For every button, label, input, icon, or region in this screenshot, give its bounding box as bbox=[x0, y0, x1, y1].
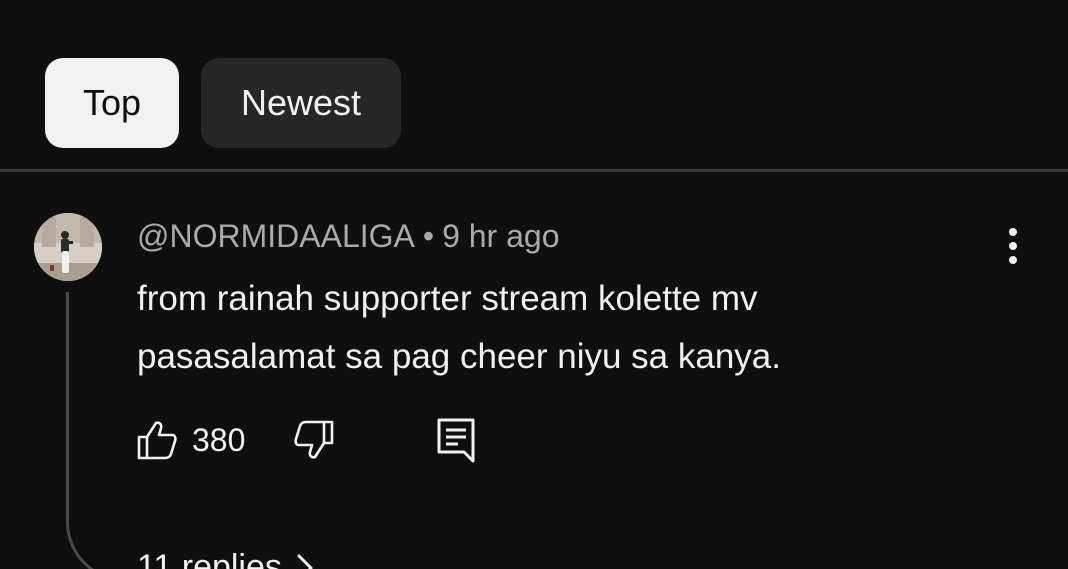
filter-chip-newest-label: Newest bbox=[240, 82, 362, 123]
comment-text-line-1: from rainah supporter stream kolette mv bbox=[137, 279, 758, 318]
like-button[interactable]: 380 bbox=[136, 418, 245, 462]
thumbs-down-icon bbox=[294, 420, 334, 459]
replies-label: 11 replies bbox=[137, 548, 282, 569]
reply-button[interactable] bbox=[436, 416, 476, 464]
avatar-image bbox=[34, 213, 102, 281]
section-divider bbox=[0, 169, 1068, 172]
comment-author[interactable]: @NORMIDAALIGA bbox=[137, 218, 415, 254]
comment-body: from rainah supporter stream kolette mv … bbox=[137, 270, 937, 386]
more-options-button[interactable] bbox=[990, 222, 1036, 270]
thread-connector-line bbox=[66, 292, 126, 569]
comment-meta: @NORMIDAALIGA • 9 hr ago bbox=[137, 216, 559, 256]
comments-panel: Top Newest @NORMIDAALIGA • 9 hr ago from… bbox=[0, 0, 1068, 569]
replies-button[interactable]: 11 replies bbox=[137, 548, 314, 569]
comment-time: 9 hr ago bbox=[442, 218, 560, 254]
chevron-right-icon bbox=[297, 554, 313, 569]
filter-chip-newest[interactable]: Newest bbox=[201, 58, 401, 148]
dislike-button[interactable] bbox=[293, 418, 335, 462]
like-count: 380 bbox=[192, 421, 246, 458]
more-vertical-icon bbox=[1009, 228, 1017, 264]
comment-reply-icon bbox=[437, 418, 475, 463]
filter-chip-top[interactable]: Top bbox=[45, 58, 179, 148]
avatar[interactable] bbox=[34, 213, 102, 281]
meta-separator: • bbox=[422, 218, 435, 254]
thumbs-up-icon bbox=[137, 421, 177, 460]
comment-text-line-2: pasasalamat sa pag cheer niyu sa kanya. bbox=[137, 337, 781, 376]
filter-chip-top-label: Top bbox=[82, 82, 142, 123]
